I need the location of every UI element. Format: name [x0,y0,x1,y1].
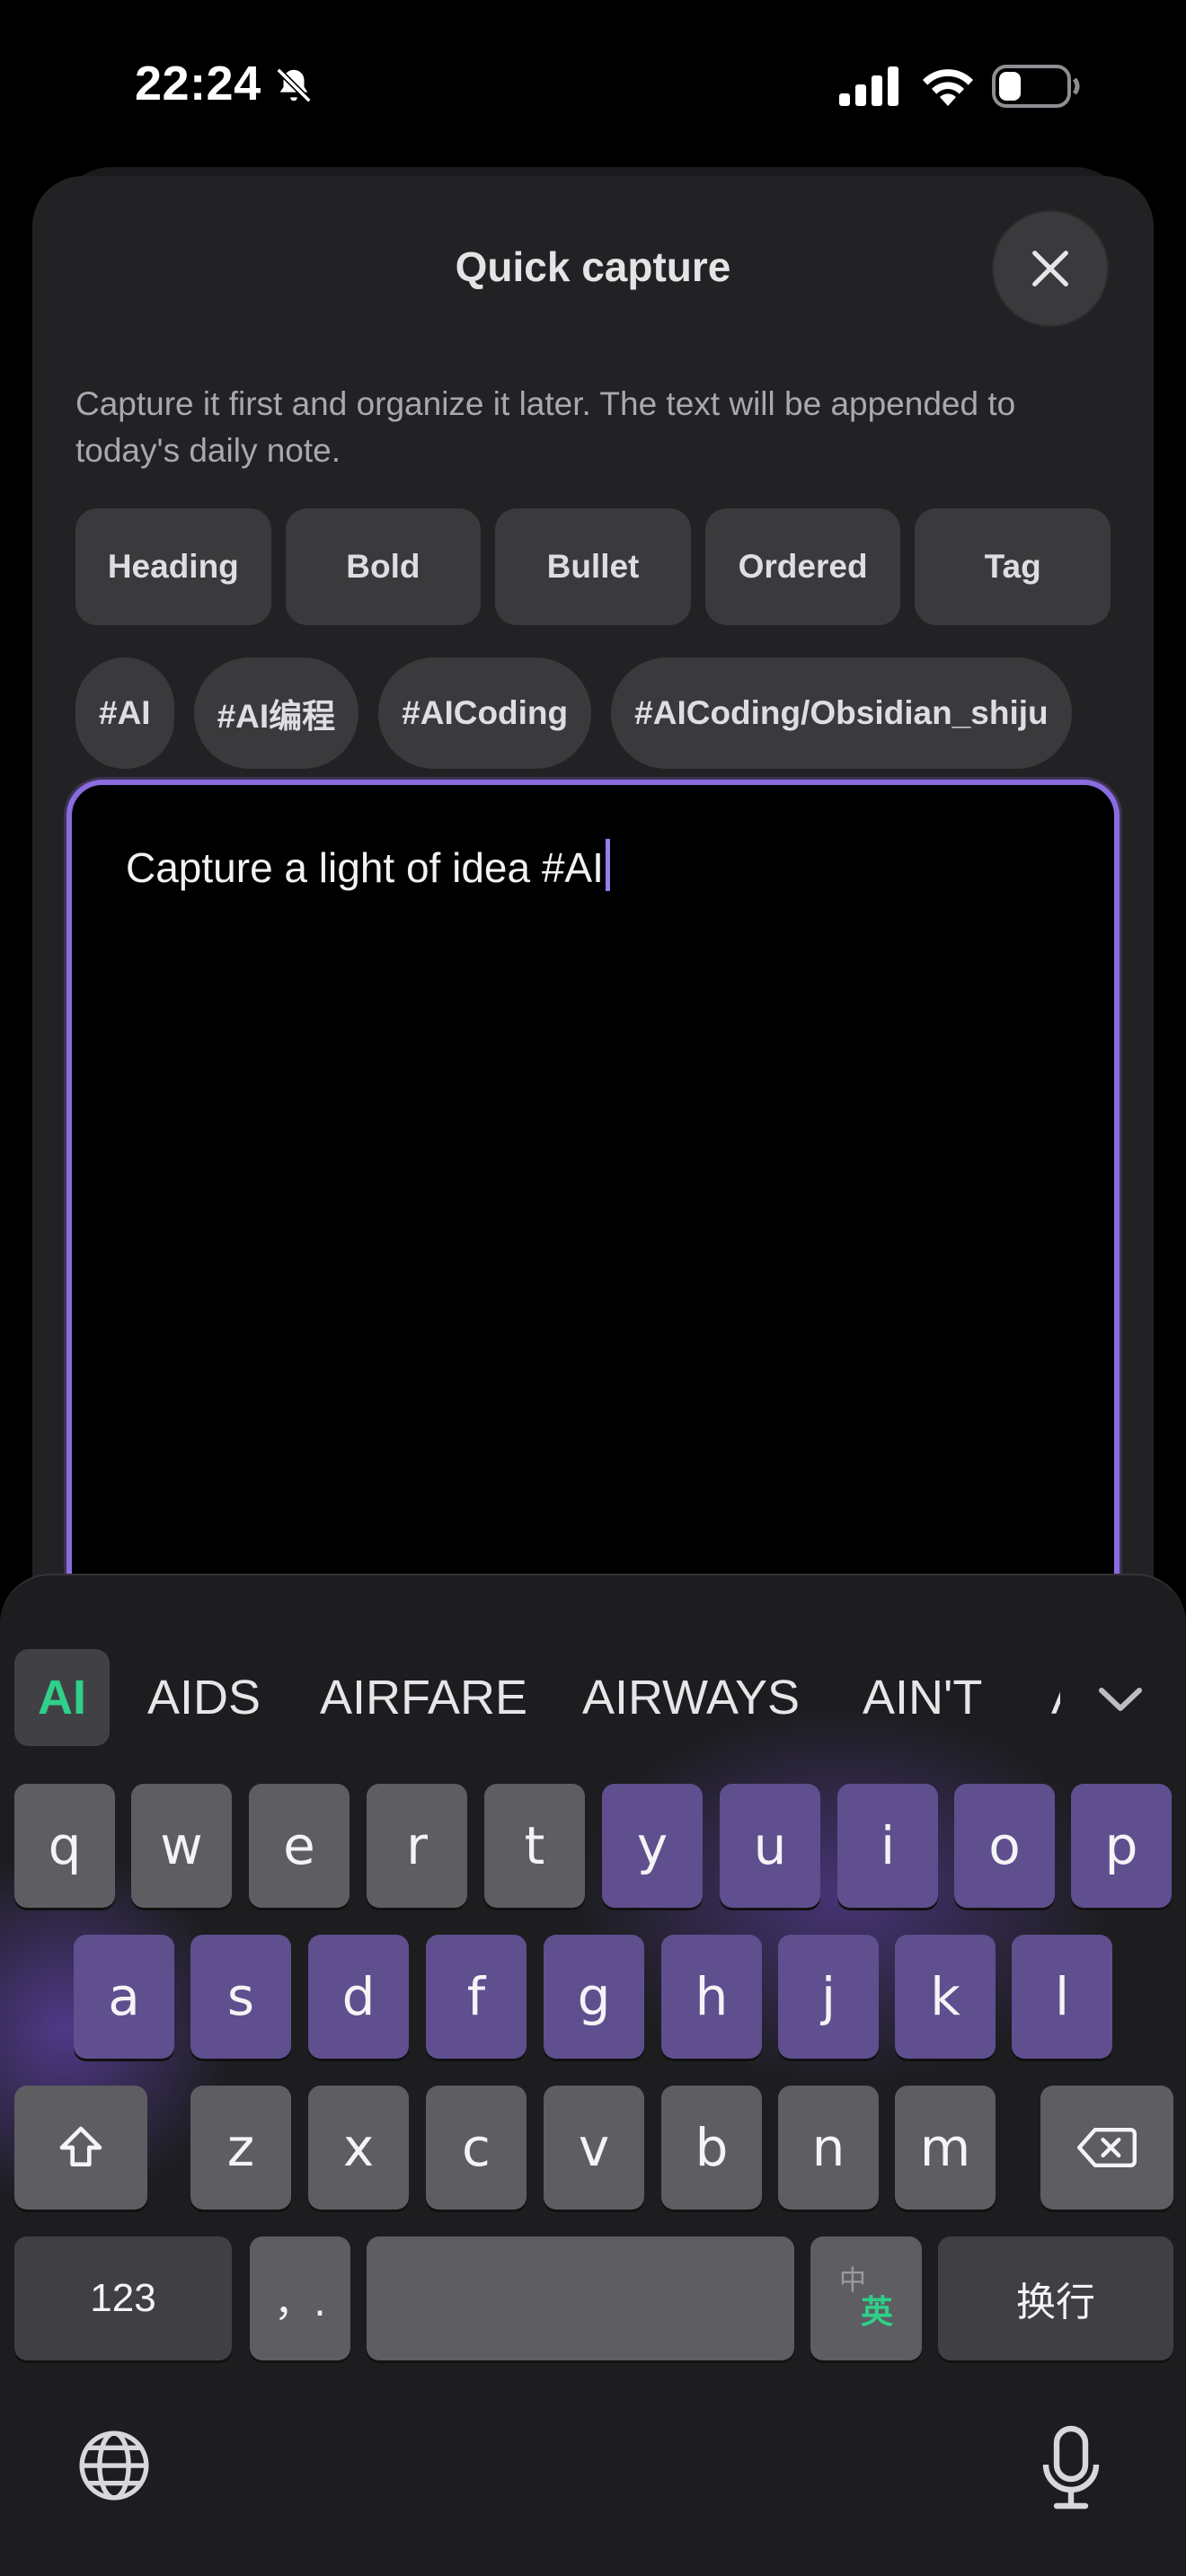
bold-button[interactable]: Bold [285,508,482,625]
key-h[interactable]: h [661,1935,762,2059]
shift-icon [59,2126,102,2166]
suggestion-item[interactable]: AIRWAYS [582,1649,800,1746]
lang-label-en: 英 [860,2294,893,2331]
suggestion-item[interactable]: A [1051,1649,1060,1746]
lang-label-zh: 中 [839,2265,866,2297]
key-g[interactable]: g [544,1935,644,2059]
punctuation-key[interactable]: ，. [250,2236,350,2360]
status-time: 22:24 [135,57,261,110]
globe-icon[interactable] [75,2427,153,2504]
key-l[interactable]: l [1012,1935,1112,2059]
suggestion-item[interactable]: AI [14,1649,110,1746]
key-e[interactable]: e [249,1784,350,1908]
key-y[interactable]: y [602,1784,703,1908]
key-w[interactable]: w [131,1784,232,1908]
capture-text-input[interactable]: Capture a light of idea #AI [66,780,1120,1678]
tag-button[interactable]: Tag [915,508,1111,625]
key-r[interactable]: r [367,1784,467,1908]
key-i[interactable]: i [837,1784,938,1908]
editor-text: Capture a light of idea #AI [126,844,604,891]
numbers-key[interactable]: 123 [14,2236,232,2360]
suggestion-item[interactable]: AIDS [147,1649,261,1746]
tag-chip[interactable]: #AI [75,657,174,769]
text-caret [605,839,610,891]
key-k[interactable]: k [895,1935,996,2059]
heading-button[interactable]: Heading [75,508,271,625]
key-b[interactable]: b [661,2086,762,2210]
key-p[interactable]: p [1071,1784,1172,1908]
tag-suggestions: #AI #AI编程 #AICoding #AICoding/Obsidian_s… [75,657,1072,769]
language-switch-key[interactable]: 中 英 [810,2236,922,2360]
wifi-icon [923,69,973,106]
format-toolbar: Heading Bold Bullet Ordered Tag [75,508,1111,625]
battery-icon [992,65,1080,108]
sheet-description: Capture it first and organize it later. … [75,385,1016,469]
cellular-signal-icon [839,66,898,106]
key-v[interactable]: v [544,2086,644,2210]
close-icon [1032,251,1068,287]
backspace-icon [1077,2128,1137,2167]
bell-muted-icon [276,67,312,103]
chevron-down-icon[interactable] [1096,1681,1145,1717]
key-j[interactable]: j [778,1935,879,2059]
key-u[interactable]: u [720,1784,820,1908]
tag-chip[interactable]: #AICoding [378,657,592,769]
space-key[interactable] [367,2236,794,2360]
key-q[interactable]: q [14,1784,115,1908]
bullet-button[interactable]: Bullet [495,508,691,625]
key-x[interactable]: x [308,2086,409,2210]
microphone-icon[interactable] [1042,2425,1100,2511]
key-c[interactable]: c [426,2086,527,2210]
status-bar: 22:24 [0,0,1186,171]
tag-chip[interactable]: #AICoding/Obsidian_shiju [611,657,1072,769]
key-a[interactable]: a [74,1935,174,2059]
backspace-key[interactable] [1040,2086,1173,2210]
key-m[interactable]: m [895,2086,996,2210]
screen: 22:24 Quick capture Capture it first and… [0,0,1186,2576]
suggestion-item[interactable]: AIN'T [863,1649,982,1746]
tag-chip[interactable]: #AI编程 [193,657,359,769]
suggestion-item[interactable]: AIRFARE [320,1649,527,1746]
suggestion-bar: AI AIDS AIRFARE AIRWAYS AIN'T A [0,1649,1186,1757]
ordered-button[interactable]: Ordered [704,508,901,625]
return-key[interactable]: 换行 [938,2236,1173,2360]
key-t[interactable]: t [484,1784,585,1908]
key-z[interactable]: z [190,2086,291,2210]
key-f[interactable]: f [426,1935,527,2059]
key-o[interactable]: o [954,1784,1055,1908]
key-s[interactable]: s [190,1935,291,2059]
close-button[interactable] [992,210,1109,327]
key-d[interactable]: d [308,1935,409,2059]
key-n[interactable]: n [778,2086,879,2210]
shift-key[interactable] [14,2086,147,2210]
